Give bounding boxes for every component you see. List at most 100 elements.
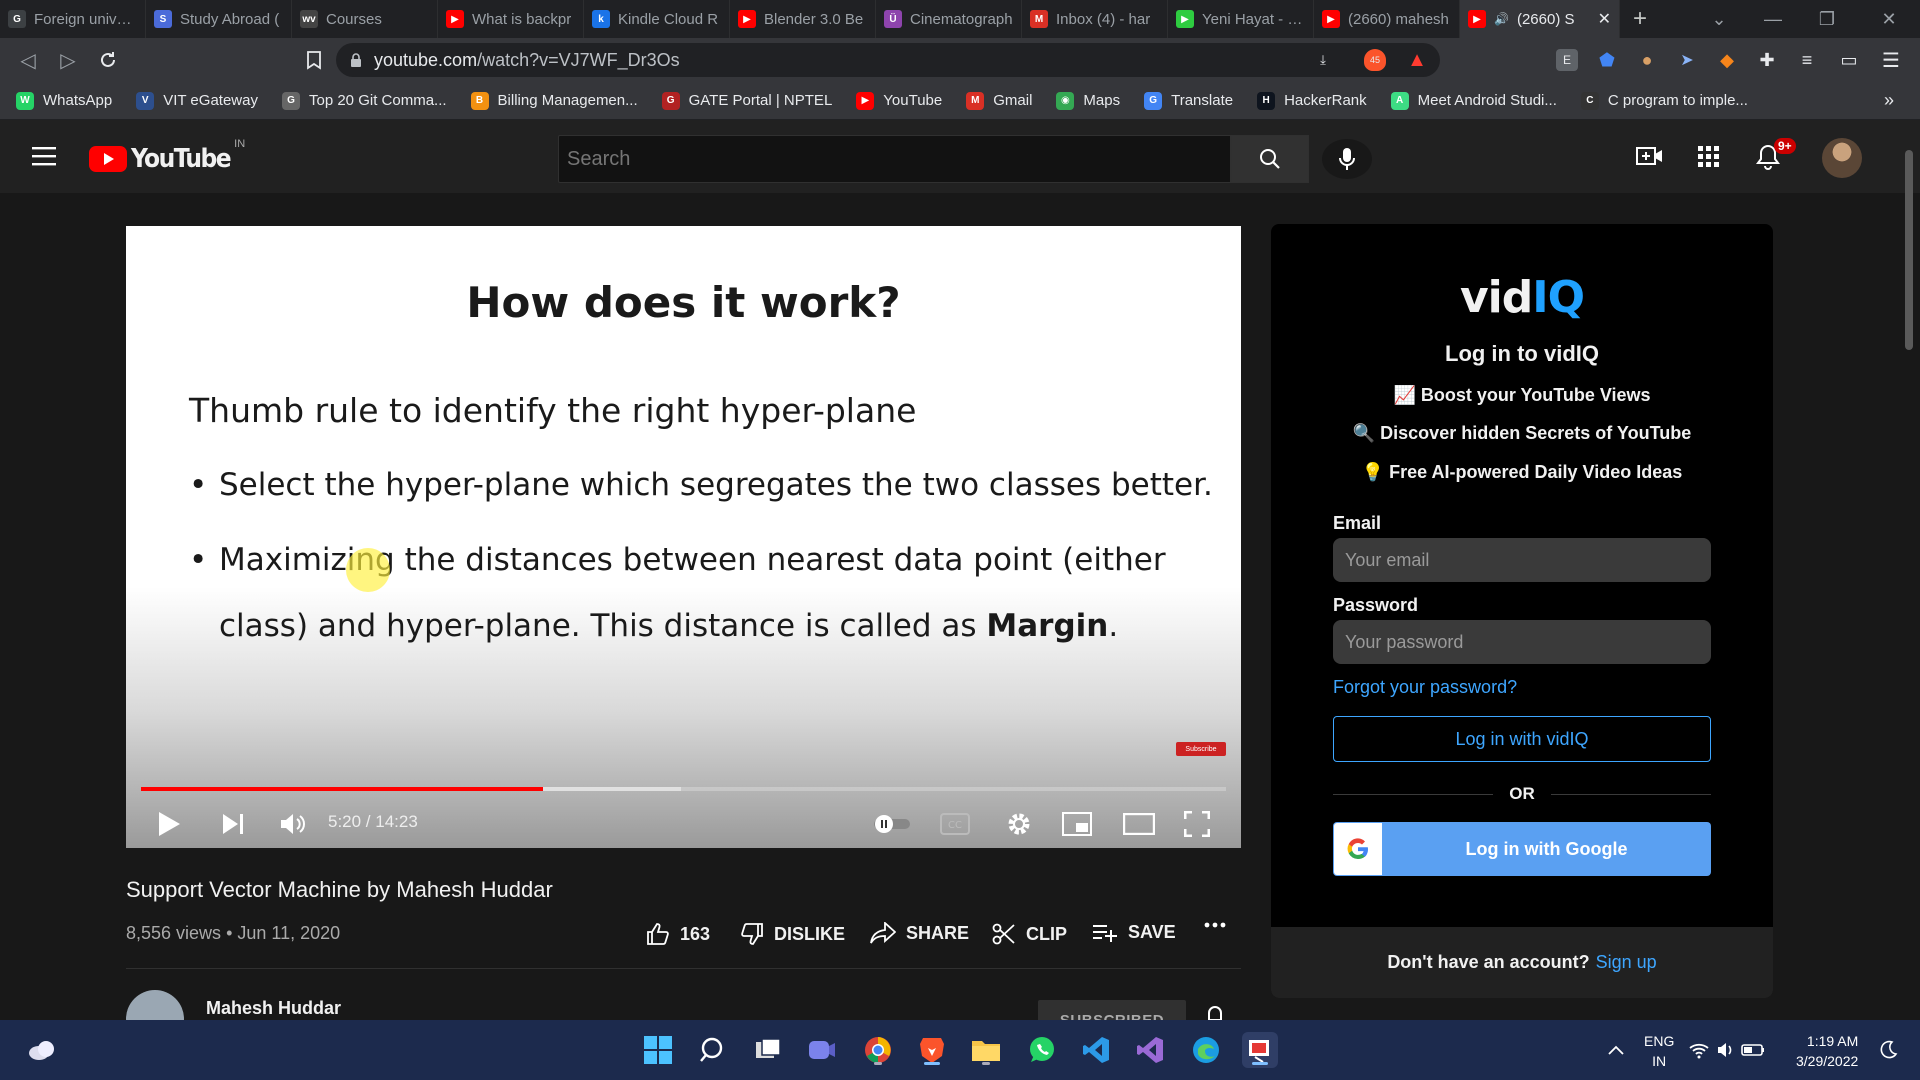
browser-tab[interactable]: G Foreign univers — [0, 0, 146, 38]
tray-overflow-icon[interactable] — [1598, 1032, 1634, 1068]
account-avatar[interactable] — [1822, 138, 1862, 178]
vscode-icon[interactable] — [1078, 1032, 1114, 1068]
new-tab-button[interactable]: + — [1620, 0, 1660, 38]
browser-tab[interactable]: ▶ Blender 3.0 Be — [730, 0, 876, 38]
progress-bar[interactable] — [141, 787, 1226, 791]
bookmark-item[interactable]: C C program to imple... — [1580, 91, 1748, 110]
close-window-button[interactable]: ✕ — [1862, 0, 1916, 38]
youtube-logo[interactable]: YouTube IN — [89, 138, 245, 174]
chrome-icon[interactable] — [860, 1032, 896, 1068]
bookmarks-overflow-button[interactable]: » — [1884, 90, 1894, 111]
extension-cursor-icon[interactable]: ➤ — [1676, 49, 1698, 71]
forward-button[interactable]: ▷ — [54, 46, 82, 74]
tab-audio-icon[interactable]: 🔊 — [1494, 12, 1509, 26]
like-button[interactable]: 163 — [646, 922, 710, 946]
search-button[interactable] — [1231, 135, 1309, 183]
share-button[interactable]: SHARE — [870, 922, 969, 944]
snipping-tool-icon[interactable] — [1242, 1032, 1278, 1068]
miniplayer-button[interactable] — [1060, 802, 1094, 846]
create-video-button[interactable] — [1636, 144, 1664, 173]
start-button[interactable] — [640, 1032, 676, 1068]
next-button[interactable] — [218, 802, 248, 846]
file-explorer-icon[interactable] — [968, 1032, 1004, 1068]
wallet-icon[interactable]: ▭ — [1838, 49, 1860, 71]
signup-link[interactable]: Sign up — [1596, 952, 1657, 973]
extension-cookie-icon[interactable]: ● — [1636, 49, 1658, 71]
bookmark-item[interactable]: G GATE Portal | NPTEL — [661, 91, 832, 110]
extensions-puzzle-icon[interactable]: ✚ — [1756, 49, 1778, 71]
tab-close-icon[interactable]: ✕ — [1598, 9, 1611, 29]
install-app-icon[interactable]: ⤓ — [1312, 49, 1334, 71]
task-view-icon[interactable] — [750, 1032, 786, 1068]
browser-tab[interactable]: ▶ What is backpr — [438, 0, 584, 38]
subscribe-watermark[interactable]: Subscribe — [1176, 742, 1226, 756]
fullscreen-button[interactable] — [1180, 802, 1214, 846]
bookmark-item[interactable]: W WhatsApp — [16, 91, 112, 110]
browser-tab[interactable]: ▶ 🔊 (2660) S ✕ — [1460, 0, 1620, 38]
bookmark-item[interactable]: H HackerRank — [1257, 91, 1367, 110]
more-actions-button[interactable] — [1204, 922, 1226, 928]
bookmark-item[interactable]: B Billing Managemen... — [470, 91, 638, 110]
restore-button[interactable]: ❐ — [1800, 0, 1854, 38]
search-input[interactable] — [558, 135, 1231, 183]
taskbar-search-icon[interactable] — [694, 1032, 730, 1068]
whatsapp-icon[interactable] — [1024, 1032, 1060, 1068]
browser-tab[interactable]: Ü Cinematograph — [876, 0, 1022, 38]
media-queue-icon[interactable]: ≡ — [1796, 49, 1818, 71]
settings-button[interactable] — [1002, 802, 1036, 846]
edge-icon[interactable] — [1188, 1032, 1224, 1068]
minimize-button[interactable]: — — [1746, 0, 1800, 38]
apps-grid-button[interactable] — [1698, 146, 1720, 173]
channel-name[interactable]: Mahesh Huddar — [206, 998, 341, 1019]
bookmark-item[interactable]: G Translate — [1144, 91, 1233, 110]
browser-tab[interactable]: S Study Abroad ( — [146, 0, 292, 38]
clip-button[interactable]: CLIP — [992, 922, 1067, 946]
password-field[interactable] — [1333, 620, 1711, 664]
browser-tab[interactable]: wv Courses — [292, 0, 438, 38]
bookmark-item[interactable]: G Top 20 Git Comma... — [281, 91, 447, 110]
system-clock[interactable]: 1:19 AM 3/29/2022 — [1796, 1031, 1858, 1071]
forgot-password-link[interactable]: Forgot your password? — [1333, 677, 1517, 698]
tab-search-button[interactable]: ⌄ — [1692, 0, 1746, 38]
bookmark-item[interactable]: A Meet Android Studi... — [1390, 91, 1557, 110]
visual-studio-icon[interactable] — [1132, 1032, 1168, 1068]
notifications-button[interactable]: 9+ — [1756, 138, 1796, 175]
quick-settings-button[interactable] — [1688, 1032, 1768, 1068]
video-player[interactable]: How does it work? Thumb rule to identify… — [126, 226, 1241, 848]
brave-shields-icon[interactable]: 45 — [1364, 49, 1386, 71]
extension-shield-icon[interactable]: ⬟ — [1596, 49, 1618, 71]
login-vidiq-button[interactable]: Log in with vidIQ — [1333, 716, 1711, 762]
back-button[interactable]: ◁ — [14, 46, 42, 74]
metamask-icon[interactable]: ◆ — [1716, 49, 1738, 71]
email-field[interactable] — [1333, 538, 1711, 582]
bookmark-item[interactable]: ◉ Maps — [1056, 91, 1120, 110]
volume-button[interactable] — [276, 802, 310, 846]
browser-menu-icon[interactable]: ☰ — [1880, 49, 1902, 72]
login-google-button[interactable]: Log in with Google — [1333, 822, 1711, 876]
subtitles-button[interactable]: CC — [938, 802, 972, 846]
brave-browser-icon[interactable] — [914, 1032, 950, 1068]
notifications-center-icon[interactable] — [1870, 1032, 1906, 1068]
teams-chat-icon[interactable] — [804, 1032, 840, 1068]
input-language[interactable]: ENG IN — [1644, 1031, 1674, 1071]
voice-search-button[interactable] — [1322, 139, 1372, 179]
browser-tab[interactable]: ▶ (2660) mahesh — [1314, 0, 1460, 38]
play-button[interactable] — [154, 802, 184, 846]
brave-rewards-icon[interactable]: ▲ — [1406, 49, 1428, 71]
dislike-button[interactable]: DISLIKE — [740, 922, 845, 946]
reload-button[interactable] — [94, 46, 122, 74]
bookmark-item[interactable]: ▶ YouTube — [856, 91, 942, 110]
theater-mode-button[interactable] — [1120, 802, 1158, 846]
browser-tab[interactable]: ▶ Yeni Hayat - Ep — [1168, 0, 1314, 38]
save-button[interactable]: SAVE — [1092, 922, 1176, 943]
autoplay-toggle[interactable] — [870, 802, 914, 846]
browser-tab[interactable]: k Kindle Cloud R — [584, 0, 730, 38]
address-bar[interactable]: youtube.com/watch?v=VJ7WF_Dr3Os — [336, 43, 1440, 77]
hamburger-menu-icon[interactable] — [32, 146, 56, 166]
page-scrollbar[interactable] — [1905, 150, 1913, 350]
extension-e-icon[interactable]: E — [1556, 49, 1578, 71]
bookmark-item[interactable]: M Gmail — [966, 91, 1032, 110]
weather-widget-icon[interactable] — [24, 1032, 60, 1068]
bookmark-item[interactable]: V VIT eGateway — [136, 91, 258, 110]
bookmark-page-button[interactable] — [300, 46, 328, 74]
